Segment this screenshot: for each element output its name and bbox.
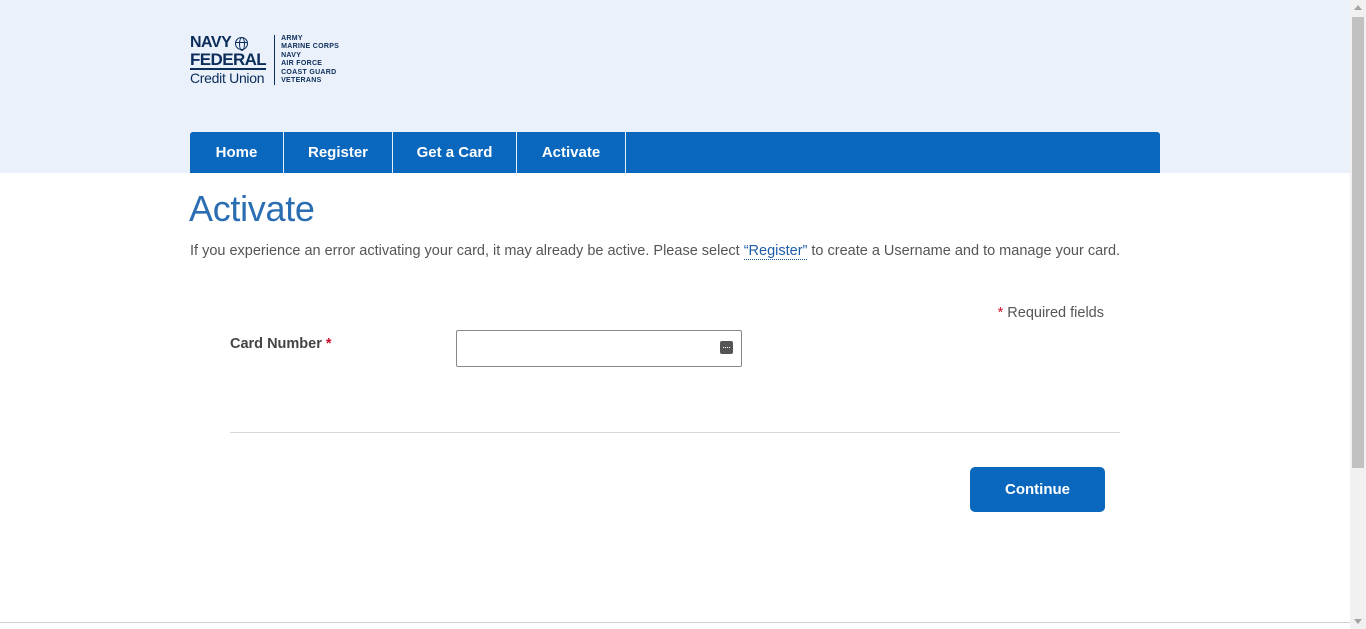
logo-wordmark: NAVY FEDERAL Credit Union xyxy=(190,34,267,86)
card-number-field xyxy=(456,330,742,367)
intro-text-after: to create a Username and to manage your … xyxy=(807,243,1121,259)
required-fields-text: Required fields xyxy=(1003,305,1104,321)
card-number-input[interactable] xyxy=(457,331,741,366)
main-nav: Home Register Get a Card Activate xyxy=(190,132,1160,173)
card-number-required-marker: * xyxy=(325,336,332,352)
branch-veterans: VETERANS xyxy=(281,77,322,85)
intro-text-before: If you experience an error activating yo… xyxy=(190,243,744,259)
nav-item-home[interactable]: Home xyxy=(190,132,284,173)
page-title: Activate xyxy=(189,188,315,229)
card-number-label-text: Card Number xyxy=(230,336,322,352)
keyboard-icon[interactable] xyxy=(720,341,733,354)
logo-separator xyxy=(274,35,276,85)
navy-federal-logo[interactable]: NAVY FEDERAL Credit Union ARMY MARINE CO… xyxy=(190,35,339,87)
logo-branches: ARMY MARINE CORPS NAVY AIR FORCE COAST G… xyxy=(281,35,339,85)
logo-line-federal: FEDERAL xyxy=(190,50,267,70)
branch-air-force: AIR FORCE xyxy=(281,60,323,68)
card-number-label: Card Number * xyxy=(230,336,332,352)
scrollbar-thumb[interactable] xyxy=(1352,17,1364,468)
scroll-down-arrow-icon[interactable] xyxy=(1354,619,1362,624)
footer-divider xyxy=(0,622,1350,623)
form-divider xyxy=(230,432,1120,433)
intro-text: If you experience an error activating yo… xyxy=(190,243,1121,260)
branch-coast-guard: COAST GUARD xyxy=(281,68,337,76)
nav-item-get-a-card[interactable]: Get a Card xyxy=(393,132,517,173)
branch-army: ARMY xyxy=(281,35,303,42)
nav-item-register[interactable]: Register xyxy=(284,132,393,173)
vertical-scrollbar[interactable] xyxy=(1350,0,1366,629)
branch-marine-corps: MARINE CORPS xyxy=(281,43,340,51)
logo-line-credit-union: Credit Union xyxy=(190,70,265,86)
nav-item-activate[interactable]: Activate xyxy=(517,132,626,173)
logo-line-navy: NAVY xyxy=(190,34,232,51)
branch-navy: NAVY xyxy=(281,51,302,59)
register-link[interactable]: “Register” xyxy=(743,243,808,260)
scroll-up-arrow-icon[interactable] xyxy=(1354,5,1362,10)
continue-button[interactable]: Continue xyxy=(970,467,1105,512)
required-fields-note: * Required fields xyxy=(998,305,1104,321)
globe-icon xyxy=(235,36,249,51)
